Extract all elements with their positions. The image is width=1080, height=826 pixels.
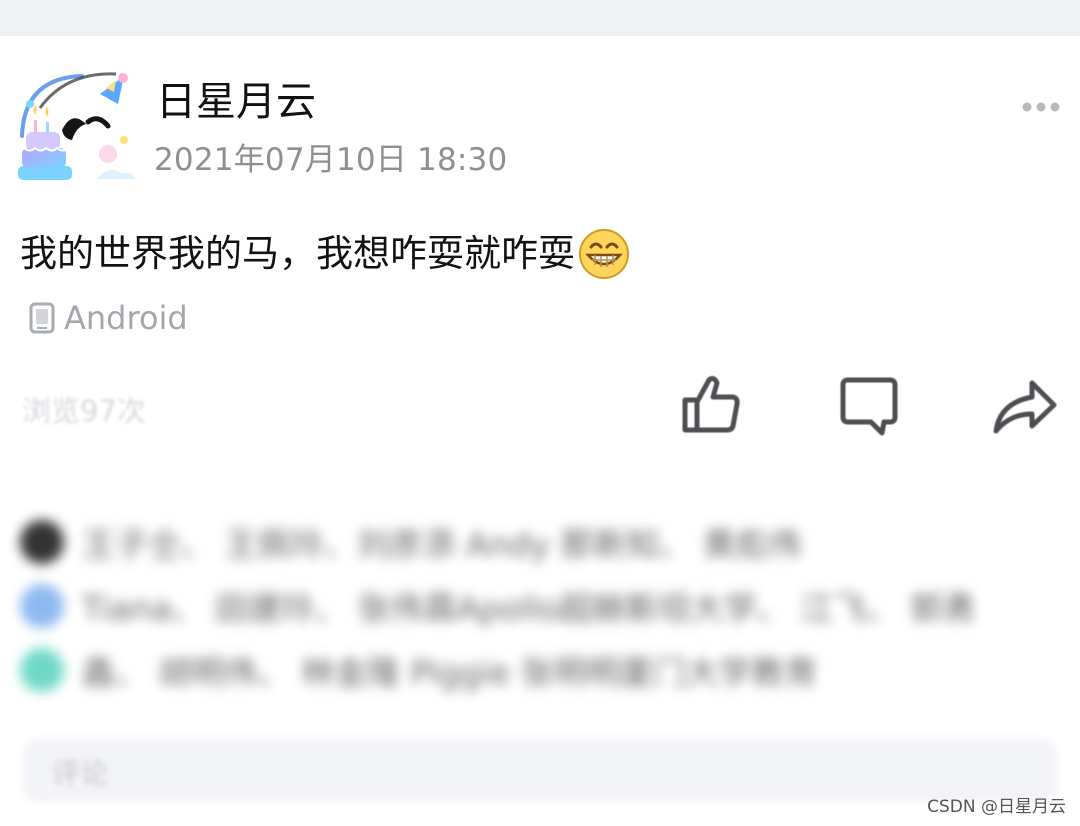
grinning-face-icon bbox=[577, 227, 631, 281]
comment-button[interactable] bbox=[836, 376, 902, 438]
device-label: Android bbox=[64, 299, 188, 337]
like-list-text: 鑫、 胡明伟、 林金隆 Piggie 张明明厦门大学教育 bbox=[82, 653, 818, 692]
thumbs-up-icon bbox=[682, 376, 740, 433]
watermark: CSDN @日星月云 bbox=[927, 797, 1066, 817]
comment-input[interactable]: 评论 bbox=[22, 738, 1058, 802]
more-button[interactable] bbox=[1018, 92, 1064, 122]
like-list-text: Tiana、 田建玲、 张伟霖Apollo超赫斯坦大学、 江飞、 郭勇 bbox=[82, 589, 976, 628]
post-timestamp: 2021年07月10日 18:30 bbox=[154, 142, 508, 178]
view-count: 浏览97次 bbox=[22, 394, 146, 428]
avatar[interactable] bbox=[12, 66, 140, 186]
comment-icon bbox=[840, 377, 898, 436]
share-icon bbox=[993, 380, 1057, 434]
like-user-avatar bbox=[20, 520, 64, 564]
share-button[interactable] bbox=[990, 378, 1060, 436]
like-button[interactable] bbox=[678, 372, 744, 438]
like-list-line: 王子仝、 王佩玲、刘彦添 Andy 那新知、 黄彪伟 bbox=[20, 510, 1040, 574]
comment-placeholder: 评论 bbox=[52, 757, 109, 790]
post-content: 我的世界我的马，我想咋耍就咋耍 bbox=[20, 222, 631, 286]
like-user-avatar bbox=[20, 584, 64, 628]
top-bar bbox=[0, 0, 1080, 36]
like-list-line: 鑫、 胡明伟、 林金隆 Piggie 张明明厦门大学教育 bbox=[20, 638, 1040, 702]
like-list-text: 王子仝、 王佩玲、刘彦添 Andy 那新知、 黄彪伟 bbox=[82, 525, 802, 564]
more-icon bbox=[1022, 102, 1060, 112]
like-list-line: Tiana、 田建玲、 张伟霖Apollo超赫斯坦大学、 江飞、 郭勇 bbox=[20, 574, 1040, 638]
like-list: 王子仝、 王佩玲、刘彦添 Andy 那新知、 黄彪伟 Tiana、 田建玲、 张… bbox=[20, 510, 1040, 700]
post-text: 我的世界我的马，我想咋耍就咋耍 bbox=[20, 232, 575, 275]
like-user-avatar bbox=[20, 648, 64, 692]
birthday-avatar-icon bbox=[18, 70, 136, 182]
phone-icon bbox=[29, 302, 55, 334]
author-name[interactable]: 日星月云 bbox=[156, 76, 316, 128]
device-source: Android bbox=[28, 296, 188, 340]
